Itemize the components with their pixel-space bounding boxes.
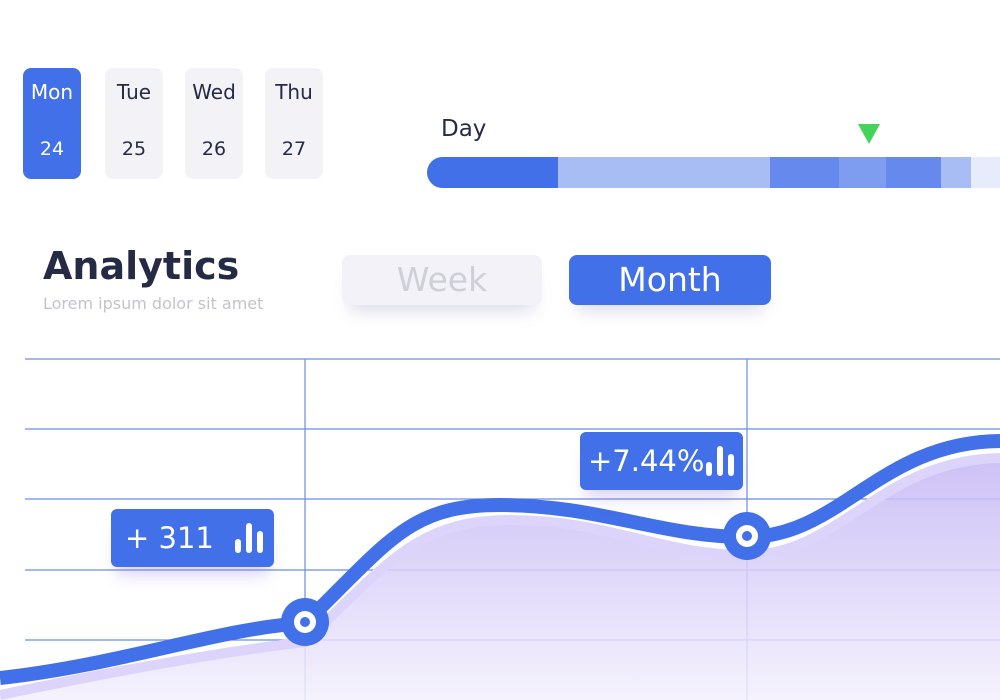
badge-value: +7.44%: [588, 444, 705, 478]
badge-value: + 311: [125, 521, 214, 555]
stat-badge-percent: +7.44%: [580, 432, 743, 490]
analytics-chart: [0, 358, 1000, 700]
ring-marker-icon[interactable]: [723, 512, 771, 560]
ring-marker-icon[interactable]: [281, 598, 329, 646]
stat-badge-count: + 311: [111, 509, 274, 567]
bar-chart-icon: [706, 446, 736, 476]
bar-chart-icon: [235, 523, 265, 553]
